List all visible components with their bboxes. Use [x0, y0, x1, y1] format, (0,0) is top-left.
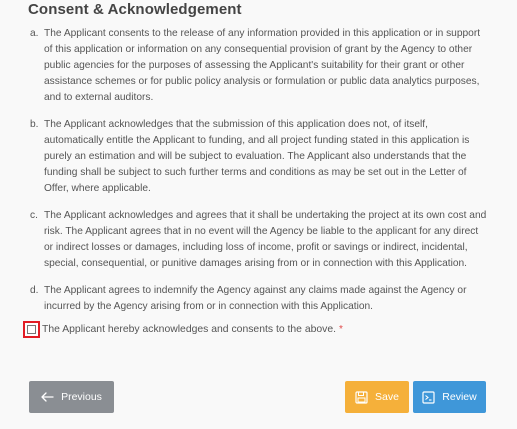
consent-page: Consent & Acknowledgement a. The Applica…: [0, 0, 517, 429]
clause-text: The Applicant acknowledges that the subm…: [44, 119, 470, 194]
clause-text: The Applicant acknowledges and agrees th…: [44, 210, 487, 269]
clause-b: b. The Applicant acknowledges that the s…: [28, 117, 488, 197]
required-asterisk: *: [339, 324, 343, 335]
save-button[interactable]: Save: [345, 381, 409, 413]
consent-label: The Applicant hereby acknowledges and co…: [42, 324, 337, 335]
checkbox-box: [27, 325, 36, 334]
review-label: Review: [442, 391, 477, 403]
floppy-disk-icon: [355, 390, 368, 404]
arrow-left-icon: [41, 392, 54, 402]
clause-text: The Applicant consents to the release of…: [44, 28, 481, 103]
previous-button[interactable]: Previous: [29, 381, 114, 413]
clause-a: a. The Applicant consents to the release…: [28, 26, 488, 106]
clause-letter: b.: [30, 119, 39, 130]
clause-list: a. The Applicant consents to the release…: [28, 26, 488, 326]
clause-c: c. The Applicant acknowledges and agrees…: [28, 208, 488, 272]
review-button[interactable]: Review: [413, 381, 486, 413]
clause-letter: c.: [30, 210, 38, 221]
section-title: Consent & Acknowledgement: [28, 1, 242, 18]
clause-letter: d.: [30, 285, 39, 296]
save-label: Save: [375, 391, 399, 403]
consent-checkbox[interactable]: [23, 321, 40, 338]
previous-label: Previous: [61, 391, 102, 403]
clause-letter: a.: [30, 28, 39, 39]
review-icon: [422, 390, 435, 404]
clause-text: The Applicant agrees to indemnify the Ag…: [44, 285, 467, 312]
acknowledgement-row: The Applicant hereby acknowledges and co…: [23, 321, 343, 338]
clause-d: d. The Applicant agrees to indemnify the…: [28, 283, 488, 315]
